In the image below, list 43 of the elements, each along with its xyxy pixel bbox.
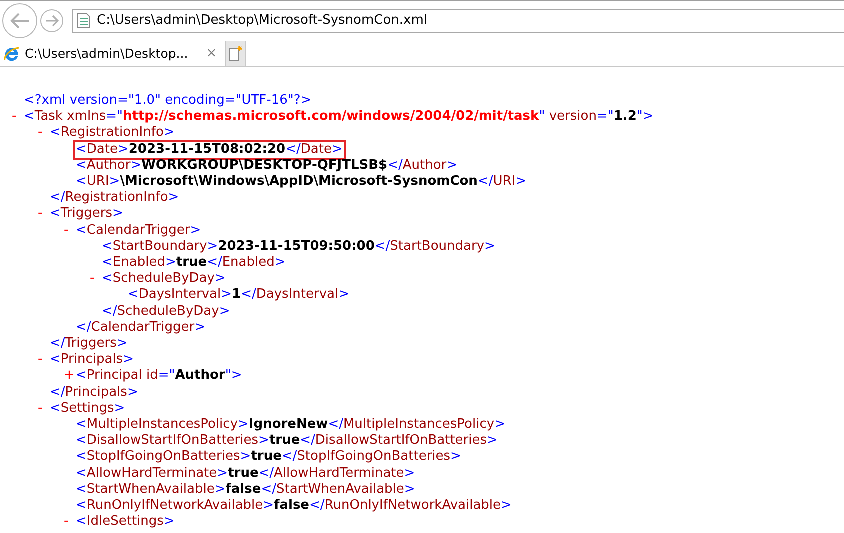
xml-line: <ScheduleByDay> — [101, 270, 227, 288]
xml-line: <StopIfGoingOnBatteries>true</StopIfGoingOnBatteries> — [75, 448, 462, 466]
collapse-toggle[interactable]: - — [12, 109, 24, 126]
xml-line: <Task xmlns="http://schemas.microsoft.com/windows/2004/02/mit/task" version="1.2"> — [23, 108, 655, 126]
collapse-toggle[interactable]: - — [38, 352, 50, 368]
xml-line: </Triggers> — [49, 335, 129, 353]
xml-line: </ScheduleByDay> — [101, 302, 232, 321]
xml-declaration: <?xml version="1.0" encoding="UTF-16"?> — [23, 92, 313, 110]
tab-title: C:\Users\admin\Desktop... — [25, 46, 188, 61]
xml-line: <Settings> — [49, 400, 126, 418]
xml-line: <StartBoundary>2023-11-15T09:50:00</StartBoundary> — [101, 238, 496, 256]
xml-line: <RunOnlyIfNetworkAvailable>false</RunOnlyIfNetworkAvailable> — [75, 497, 513, 515]
collapse-toggle[interactable]: - — [64, 514, 76, 530]
xml-line: <Principal id="Author"> — [75, 367, 244, 386]
expand-toggle[interactable]: + — [64, 368, 76, 385]
new-tab-icon — [228, 46, 243, 62]
xml-line: <Principals> — [49, 351, 135, 369]
collapse-toggle[interactable]: - — [64, 222, 76, 239]
xml-line: </RegistrationInfo> — [49, 189, 180, 207]
collapse-toggle[interactable]: - — [38, 125, 50, 142]
new-tab-button[interactable] — [226, 41, 246, 66]
xml-line: </Principals> — [49, 384, 140, 402]
back-button[interactable] — [2, 2, 38, 38]
tab-close-button[interactable]: × — [206, 46, 218, 61]
collapse-toggle[interactable]: - — [38, 400, 50, 418]
address-bar[interactable]: C:\Users\admin\Desktop\Microsoft-SysnomCon.xml — [72, 8, 844, 32]
xml-line: <AllowHardTerminate>true</AllowHardTerminate> — [75, 464, 416, 483]
forward-button[interactable] — [40, 8, 64, 32]
xml-line: <DisallowStartIfOnBatteries>true</DisallowStartIfOnBatteries> — [75, 432, 499, 450]
xml-line: <MultipleInstancesPolicy>IgnoreNew</MultipleInstancesPolicy> — [75, 416, 506, 434]
xml-line: <DaysInterval>1</DaysInterval> — [127, 286, 351, 304]
browser-icon — [3, 44, 21, 62]
xml-line: <URI>\Microsoft\Windows\AppID\Microsoft-SysnomCon</URI> — [75, 173, 528, 191]
xml-line: <StartWhenAvailable>false</StartWhenAvailable> — [75, 480, 416, 499]
page-icon — [77, 12, 91, 28]
xml-line: </CalendarTrigger> — [75, 318, 206, 337]
xml-line: <Triggers> — [49, 205, 124, 224]
xml-line: <Enabled>true</Enabled> — [101, 254, 287, 272]
collapse-toggle[interactable]: - — [90, 271, 102, 288]
collapse-toggle[interactable]: - — [38, 206, 50, 223]
xml-line: <IdleSettings> — [75, 513, 176, 532]
xml-line: <CalendarTrigger> — [75, 222, 202, 240]
xml-line: <RegistrationInfo> — [49, 124, 176, 142]
